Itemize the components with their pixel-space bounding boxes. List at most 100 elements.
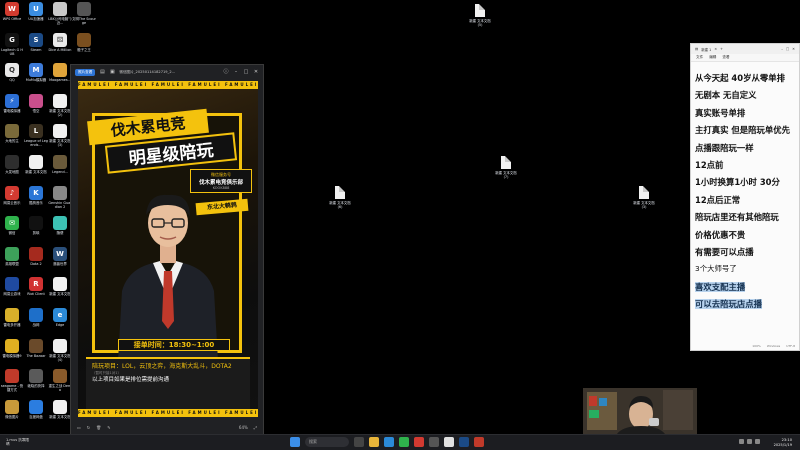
desktop-icon[interactable]: 百度网盘: [24, 399, 48, 419]
desktop-icon[interactable]: 新建 文本文档 (3): [48, 124, 72, 147]
desktop-icon-label: 网易云音乐: [3, 200, 21, 205]
desktop-icon[interactable]: Q QQ: [0, 63, 24, 82]
desktop-icon[interactable]: LBK公司电脑”》近...: [48, 2, 72, 25]
desktop-icon[interactable]: 雷电多开器: [0, 308, 24, 327]
start-icon[interactable]: [290, 437, 300, 447]
clock[interactable]: 23:10 2025/1/19: [774, 438, 792, 447]
desktop-icon[interactable]: 剪映: [24, 216, 48, 235]
desktop-icon[interactable]: Moogames...: [48, 63, 72, 82]
volume-icon[interactable]: [755, 439, 760, 444]
desktop-icon[interactable]: e Edge: [48, 308, 72, 327]
desktop-icon[interactable]: 破晓的抉择: [24, 369, 48, 388]
desktop-icon[interactable]: 随便: [48, 216, 72, 235]
zoom-level[interactable]: 64%: [239, 425, 248, 430]
poster-footer: 以上项目如果是排位需提前沟通: [92, 377, 170, 383]
minimize-icon[interactable]: –: [233, 69, 239, 75]
desktop-icon[interactable]: seagame - 快捷方式: [0, 369, 24, 392]
wechat-icon[interactable]: [399, 437, 409, 447]
sidebar-toggle-icon[interactable]: ▤: [99, 69, 105, 75]
desktop-icon[interactable]: 新建 文本文档 (2): [48, 93, 72, 117]
desktop-icon[interactable]: 新建 文本文档: [24, 155, 48, 174]
desktop-icon[interactable]: 重生之战 Demo: [48, 369, 72, 392]
desktop-icon[interactable]: 大发地图: [0, 155, 24, 174]
crop-icon[interactable]: ▣: [109, 69, 115, 75]
viewer-tab[interactable]: 照片查看: [75, 68, 96, 76]
desktop-icon[interactable]: W WPS Office: [0, 2, 24, 21]
desktop-icon[interactable]: 微信图片: [0, 399, 24, 419]
delete-icon[interactable]: 🗑: [96, 425, 101, 430]
minimize-icon[interactable]: –: [781, 47, 783, 51]
desktop-icon[interactable]: 新建 文本文档 (4): [48, 338, 72, 362]
desktop-icon[interactable]: M MuMu模拟器: [24, 63, 48, 82]
notepad-taskbar-icon[interactable]: [444, 437, 454, 447]
new-tab-icon[interactable]: +: [720, 47, 723, 51]
desktop-text-file[interactable]: 新建 文本文档 (7): [494, 156, 518, 179]
desktop-icon[interactable]: 新建 文本文档: [48, 277, 72, 296]
menu-edit[interactable]: 编辑: [709, 55, 716, 60]
desktop-icon[interactable]: 战网: [24, 308, 48, 327]
desktop-icon[interactable]: W 魔兽世界: [48, 246, 72, 266]
desktop-icon[interactable]: Dota 2: [24, 246, 48, 266]
notepad-line: 12点后正常: [695, 194, 795, 211]
desktop-icon[interactable]: G Logitech G HUB: [0, 32, 24, 56]
desktop-icon[interactable]: 文明The Scourge: [72, 2, 96, 25]
filmstrip-icon[interactable]: ▭: [77, 425, 81, 430]
desktop-text-file[interactable]: 新建 文本文档 (5): [468, 4, 492, 27]
desktop-icon-label: 骰子之王: [77, 47, 91, 52]
desktop-icon[interactable]: 雷电模拟器9: [0, 338, 24, 358]
webcam-overlay: [583, 388, 697, 434]
maximize-icon[interactable]: □: [786, 47, 789, 51]
notepad-tab-close-icon[interactable]: ×: [714, 47, 717, 51]
menu-view[interactable]: 查看: [722, 55, 729, 60]
desktop-icon[interactable]: ⚄ Dice A Million: [48, 32, 72, 52]
system-tray: [739, 439, 760, 444]
desktop-icon-label: 新建 文本文档 (4): [49, 353, 71, 362]
desktop-icon[interactable]: 悟空: [24, 93, 48, 113]
maximize-icon[interactable]: □: [243, 69, 249, 75]
network-icon[interactable]: [747, 439, 752, 444]
desktop-icon[interactable]: R Riot Client: [24, 277, 48, 296]
desktop-app-icon: R: [29, 277, 43, 292]
rotate-icon[interactable]: ↻: [87, 425, 90, 430]
desktop-icon[interactable]: Genshin Guardian 2: [48, 185, 72, 209]
netease-music-icon[interactable]: [414, 437, 424, 447]
steam-icon[interactable]: [459, 437, 469, 447]
desktop-icon[interactable]: ♪ 网易云音乐: [0, 185, 24, 205]
desktop-text-file[interactable]: 新建 文本文档 (3): [632, 186, 656, 209]
close-icon[interactable]: ✕: [792, 47, 795, 51]
taskbar-search[interactable]: 搜索: [305, 437, 349, 447]
notepad-tab[interactable]: 新建 1: [701, 47, 711, 52]
task-view-icon[interactable]: [354, 437, 364, 447]
desktop-icon[interactable]: The Bazaar: [24, 338, 48, 358]
poster-person-illustration: [118, 194, 218, 361]
close-icon[interactable]: ✕: [253, 69, 259, 75]
notepad-line: 3个大师号了: [695, 263, 795, 280]
obs-icon[interactable]: [474, 437, 484, 447]
desktop-text-file[interactable]: 新建 文本文档 (6): [328, 186, 352, 209]
fit-window-icon[interactable]: ⤢: [254, 425, 257, 430]
desktop-icon[interactable]: 骰子之王: [72, 32, 96, 52]
tray-arrow-icon[interactable]: [739, 439, 744, 444]
desktop-icon[interactable]: S Steam: [24, 32, 48, 52]
weather-widget[interactable]: 1.mus 抗寒限 晴: [6, 438, 29, 446]
edge-icon[interactable]: [384, 437, 394, 447]
desktop-icon[interactable]: U UU加速器: [24, 2, 48, 21]
desktop-icon-label: 新建 文本文档 (6): [329, 201, 351, 209]
desktop-icon[interactable]: 网易云游戏: [0, 277, 24, 296]
desktop-icon[interactable]: 新建 文本文档: [48, 399, 72, 419]
desktop-icon[interactable]: ⚡ 雷电模拟器: [0, 93, 24, 113]
photos-icon[interactable]: [429, 437, 439, 447]
desktop-icon[interactable]: Legend...: [48, 155, 72, 174]
edit-icon[interactable]: ✎: [107, 425, 110, 430]
desktop-icon[interactable]: ✉ 微信: [0, 216, 24, 235]
notepad-line: 从今天起 40岁从零单排: [695, 72, 795, 89]
desktop-icon[interactable]: 大地的主: [0, 124, 24, 143]
menu-file[interactable]: 文件: [696, 55, 703, 60]
desktop-icon[interactable]: L League of Legends...: [24, 124, 48, 147]
info-icon[interactable]: ⓘ: [223, 69, 229, 75]
desktop-icon[interactable]: 英雄联盟: [0, 246, 24, 266]
notepad-text-area[interactable]: 从今天起 40岁从零单排 无剧本 无自定义 真实账号单排 主打真实 但是陪玩单优先 点播…: [691, 62, 799, 315]
file-explorer-icon[interactable]: [369, 437, 379, 447]
desktop-icon[interactable]: K 酷狗音乐: [24, 185, 48, 205]
notepad-titlebar: ▤ 新建 1 × + – □ ✕: [691, 44, 799, 54]
